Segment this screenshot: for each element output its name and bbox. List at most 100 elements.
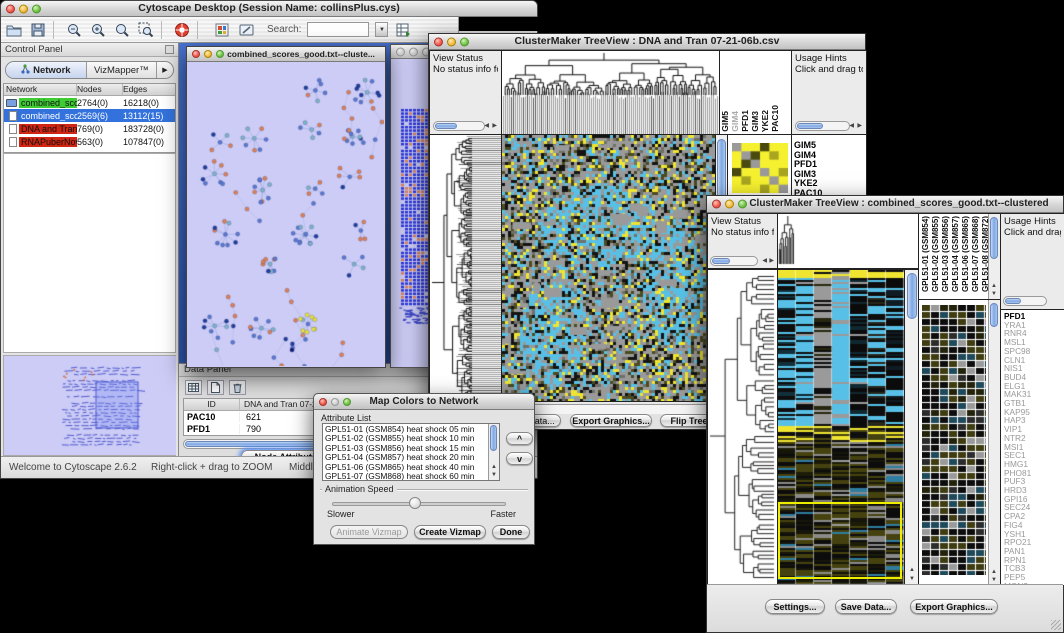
float-panel-icon[interactable]	[165, 45, 174, 54]
column-label[interactable]: GPL51-03 (GSM856)	[941, 216, 950, 292]
tab-network[interactable]: Network	[6, 62, 87, 78]
column-labels-vscroll-thumb[interactable]	[990, 217, 998, 259]
view-status-hscroll[interactable]	[710, 256, 758, 266]
column-header-edges[interactable]: Edges	[123, 84, 175, 95]
zoom-button[interactable]	[343, 398, 351, 406]
treeview-combined-titlebar[interactable]: ClusterMaker TreeView : combined_scores_…	[707, 196, 1063, 213]
zoom-in-icon[interactable]	[89, 21, 107, 39]
scroll-down-icon[interactable]: ▼	[991, 291, 997, 297]
network-table-row[interactable]: DNA and Tran 07 769(0) 183728(0)	[4, 122, 175, 135]
zoom-button[interactable]	[216, 50, 224, 58]
network-window-titlebar[interactable]: combined_scores_good.txt--cluste...	[187, 47, 385, 62]
network-canvas[interactable]	[188, 62, 384, 366]
import-table-icon[interactable]	[394, 21, 412, 39]
animate-vizmap-button[interactable]: Animate Vizmap	[330, 525, 408, 539]
close-button[interactable]	[434, 37, 443, 46]
treeview-dna-titlebar[interactable]: ClusterMaker TreeView : DNA and Tran 07-…	[429, 34, 865, 50]
column-label[interactable]: PFD1	[741, 110, 750, 132]
scroll-down-icon[interactable]: ▼	[491, 472, 497, 478]
heatmap-selection[interactable]	[778, 502, 902, 579]
scroll-down-icon[interactable]: ▼	[991, 577, 997, 583]
attribute-item[interactable]: GPL51-07 (GSM868) heat shock 60 min	[325, 472, 497, 481]
close-button[interactable]	[712, 200, 721, 209]
row-dendrogram-pane[interactable]	[707, 269, 778, 586]
zoom-button[interactable]	[460, 37, 469, 46]
scroll-up-icon[interactable]: ▲	[991, 283, 997, 289]
column-header-network[interactable]: Network	[4, 84, 77, 95]
move-down-button[interactable]: v	[506, 452, 533, 465]
usage-hints-hscroll[interactable]	[1003, 296, 1047, 306]
view-status-hscroll-thumb[interactable]	[435, 123, 457, 129]
minimize-button[interactable]	[409, 47, 418, 56]
scroll-up-icon[interactable]: ▲	[909, 567, 915, 573]
settings-button[interactable]: Settings...	[765, 599, 825, 614]
close-button[interactable]	[192, 50, 200, 58]
column-label[interactable]: GPL51-07 (GSM868)	[971, 216, 980, 292]
tab-more-arrow[interactable]: ▶	[157, 62, 173, 78]
scroll-right-icon[interactable]: ▶	[769, 258, 774, 264]
usage-hints-hscroll-thumb[interactable]	[1005, 298, 1021, 304]
attribute-listbox[interactable]: GPL51-01 (GSM854) heat shock 05 minGPL51…	[322, 423, 500, 481]
column-dendrogram-canvas[interactable]	[778, 214, 918, 268]
network-table-row[interactable]: combined_scores_ 2764(0) 16218(0)	[4, 96, 175, 109]
export-graphics-button[interactable]: Export Graphics...	[570, 414, 652, 427]
birdseye-canvas[interactable]	[4, 356, 176, 455]
column-label[interactable]: GIM5	[721, 111, 730, 132]
detail-heatmap-canvas[interactable]	[922, 305, 986, 575]
column-label[interactable]: PAC10	[771, 105, 780, 132]
zoom-out-icon[interactable]	[65, 21, 83, 39]
heatmap-pane[interactable]	[777, 269, 905, 586]
heatmap-pane[interactable]	[501, 134, 716, 402]
zoom-button[interactable]	[32, 4, 41, 13]
column-label[interactable]: GPL51-04 (GSM857)	[951, 216, 960, 292]
column-label[interactable]: GPL51-02 (GSM855)	[931, 216, 940, 292]
done-button[interactable]: Done	[492, 525, 530, 539]
minimize-button[interactable]	[447, 37, 456, 46]
view-status-hscroll[interactable]	[433, 121, 485, 131]
scroll-left-icon[interactable]: ◀	[762, 258, 767, 264]
close-button[interactable]	[6, 4, 15, 13]
minimize-button[interactable]	[204, 50, 212, 58]
column-dendrogram-canvas[interactable]	[502, 51, 719, 134]
scroll-right-icon[interactable]: ▶	[492, 123, 497, 129]
heatmap-vscroll-thumb[interactable]	[907, 273, 917, 319]
help-lifesaver-icon[interactable]	[173, 21, 191, 39]
column-label[interactable]: YKE2	[761, 110, 770, 132]
close-button[interactable]	[396, 47, 405, 56]
view-status-hscroll-thumb[interactable]	[712, 258, 730, 264]
delete-attribute-trash-icon[interactable]	[229, 380, 246, 395]
save-icon[interactable]	[29, 21, 47, 39]
search-input[interactable]	[307, 22, 369, 37]
move-up-button[interactable]: ^	[506, 432, 533, 445]
minimize-button[interactable]	[19, 4, 28, 13]
row-dendrogram-pane[interactable]	[429, 134, 502, 402]
scroll-right-icon[interactable]: ▶	[857, 123, 862, 129]
detail-vscroll-thumb[interactable]	[990, 303, 998, 327]
scroll-up-icon[interactable]: ▲	[991, 569, 997, 575]
row-dendrogram-canvas[interactable]	[708, 270, 777, 585]
annotation-icon[interactable]	[237, 21, 255, 39]
column-header-id[interactable]: ID	[184, 399, 240, 410]
network-table-row[interactable]: RNAPuberNov2+| 563(0) 107847(0)	[4, 135, 175, 148]
usage-hints-hscroll-thumb[interactable]	[797, 123, 823, 129]
heatmap-canvas[interactable]	[502, 135, 715, 401]
row-dendrogram-canvas[interactable]	[430, 135, 501, 401]
select-attributes-icon[interactable]	[185, 380, 202, 395]
zoom-selected-icon[interactable]	[137, 21, 155, 39]
new-attribute-icon[interactable]	[207, 380, 224, 395]
dialog-titlebar[interactable]: Map Colors to Network	[314, 394, 534, 410]
column-label[interactable]: GPL51-01 (GSM854)	[921, 216, 930, 292]
zoom-fit-icon[interactable]	[113, 21, 131, 39]
scroll-down-icon[interactable]: ▼	[909, 576, 915, 582]
column-labels-vscroll[interactable]: ▲ ▼	[988, 214, 1000, 299]
open-file-icon[interactable]	[5, 21, 23, 39]
slider-thumb[interactable]	[409, 497, 421, 509]
birdseye-view[interactable]	[3, 355, 176, 456]
minimize-button[interactable]	[725, 200, 734, 209]
resize-grip[interactable]	[1051, 620, 1061, 630]
network-table-row[interactable]: combined_sco 2569(6) 13112(15)	[4, 109, 175, 122]
zoom-button[interactable]	[738, 200, 747, 209]
attribute-list-vscroll-thumb[interactable]	[490, 425, 497, 451]
similarity-matrix-canvas[interactable]	[732, 143, 788, 193]
detail-heatmap-pane[interactable]: ▲ ▼	[918, 299, 1001, 586]
